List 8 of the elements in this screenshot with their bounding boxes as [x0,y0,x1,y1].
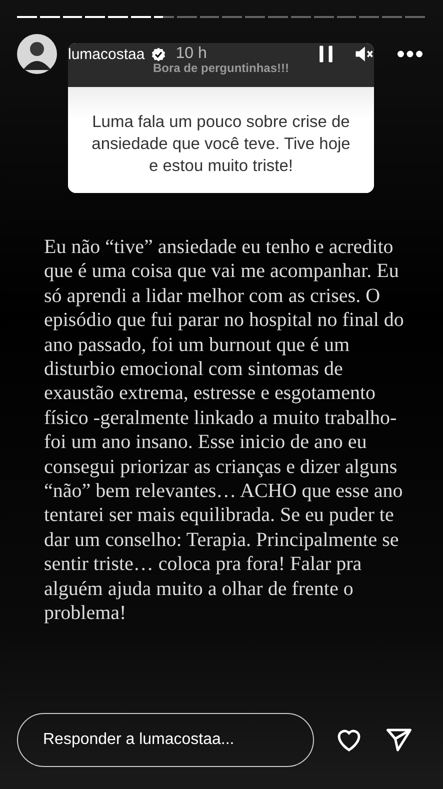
question-text: Luma fala um pouco sobre crise de ansiedade que você teve. Tive hoje e estou muito triste! [92,113,350,175]
question-card-title: Bora de perguntinhas!!! [152,61,289,75]
avatar[interactable] [17,34,57,74]
username[interactable]: lumacostaa [68,46,145,62]
answer-text: Eu não “tive” ansiedade eu tenho e acredito que é uma coisa que vai me acompanhar. Eu só aprendi a lidar melhor com as crises. O episódio que fui parar no hospital no final do ano passado, foi um burnout que é um disturbio emocional com sintomas de exaustão extrema, estresse e esgotamento físico -geralmente linkado a muito trabalho- foi um ano insano. Esse inicio de ano eu consegui priorizar as crianças e dizer alguns “não” bem relevantes… ACHO que esse ano tentarei ser mais equilibrada. Se eu puder te dar um conselho: Terapia. Principalmente se sentir triste… coloca pra fora! Falar pra alguém ajuda muito a olhar de frente o problema! [44,235,404,626]
reply-field[interactable]: Responder a lumacostaa... [17,713,314,767]
post-time: 10 h [176,45,207,63]
more-options-icon[interactable] [397,50,423,58]
